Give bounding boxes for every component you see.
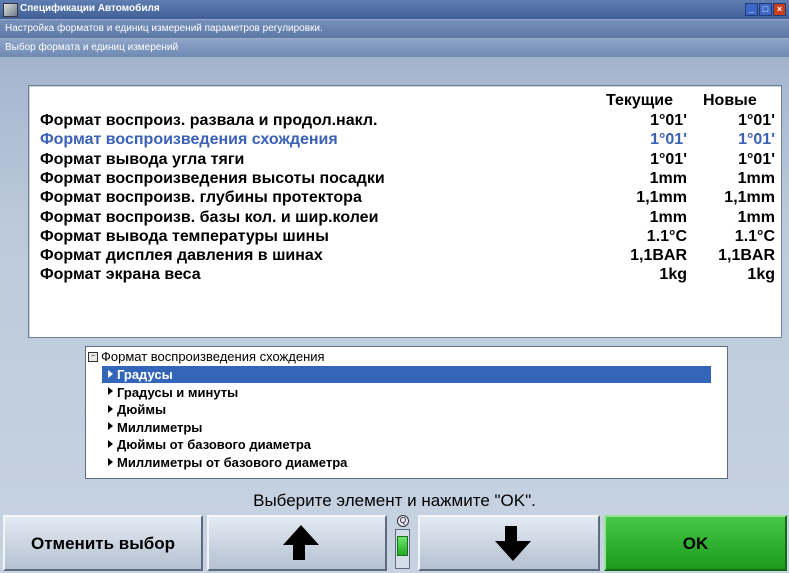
current-value: 1,1mm <box>636 189 687 207</box>
option-item[interactable]: Дюймы <box>102 401 711 418</box>
option-item[interactable]: Миллиметры <box>102 419 711 436</box>
move-up-button[interactable] <box>207 515 387 571</box>
format-label: Формат воспроизв. базы кол. и шир.колеи <box>40 208 379 226</box>
new-value: 1mm <box>737 208 775 226</box>
format-row[interactable]: Формат воспроизведения высоты посадки 1mm… <box>40 170 775 190</box>
format-row[interactable]: Формат воспроизведения схождения 1°01' 1°0… <box>40 131 775 151</box>
format-row[interactable]: Формат воспроизв. базы кол. и шир.колеи 1… <box>40 209 775 229</box>
column-current-header: Текущие <box>606 92 674 109</box>
zoom-icon: Q <box>397 515 409 527</box>
arrow-up-icon <box>283 525 319 545</box>
format-row[interactable]: Формат экрана веса 1kg 1kg <box>40 266 775 286</box>
current-value: 1mm <box>649 169 687 187</box>
format-label: Формат воспроиз. развала и продол.накл. <box>40 112 378 129</box>
new-value: 1,1BAR <box>718 247 775 265</box>
format-row[interactable]: Формат вывода угла тяги 1°01' 1°01' <box>40 151 775 171</box>
expand-arrow-icon <box>108 369 113 378</box>
minimize-button[interactable]: _ <box>745 3 758 16</box>
format-label: Формат воспроизв. глубины протектора <box>40 189 362 207</box>
format-label: Формат экрана веса <box>40 266 201 284</box>
option-label: Градусы <box>117 367 173 383</box>
expand-arrow-icon <box>108 439 113 448</box>
scroll-thumb[interactable] <box>397 536 408 556</box>
new-value: 1kg <box>747 266 775 284</box>
section-bar: Выбор формата и единиц измерений <box>0 39 789 57</box>
options-heading[interactable]: − Формат воспроизведения схождения <box>88 349 325 364</box>
expand-arrow-icon <box>108 404 113 413</box>
option-item[interactable]: Миллиметры от базового диаметра <box>102 454 711 471</box>
new-value: 1°01' <box>738 131 775 149</box>
current-value: 1,1BAR <box>630 247 687 265</box>
ok-button[interactable]: OK <box>604 515 787 571</box>
expand-arrow-icon <box>108 457 113 466</box>
format-row[interactable]: Формат воспроизв. глубины протектора 1,1m… <box>40 189 775 209</box>
move-down-button[interactable] <box>418 515 600 571</box>
cancel-selection-label: Отменить выбор <box>30 534 176 553</box>
subtitle-bar: Настройка форматов и единиц измерений па… <box>0 20 789 38</box>
new-value: 1mm <box>737 169 775 187</box>
current-value: 1mm <box>649 208 687 226</box>
option-label: Миллиметры <box>117 419 203 435</box>
option-item[interactable]: Градусы <box>102 366 711 383</box>
current-value: 1.1°C <box>646 227 687 245</box>
expand-arrow-icon <box>108 422 113 431</box>
format-row[interactable]: Формат вывода температуры шины 1.1°C 1.1°C <box>40 228 775 248</box>
instruction-text: Выберите элемент и нажмите "OK". <box>253 491 536 510</box>
collapse-icon[interactable]: − <box>88 351 98 362</box>
expand-arrow-icon <box>108 387 113 396</box>
format-label: Формат вывода температуры шины <box>40 227 329 245</box>
option-label: Градусы и минуты <box>117 384 239 400</box>
format-label: Формат воспроизведения высоты посадки <box>40 169 385 187</box>
subtitle-text: Настройка форматов и единиц измерений па… <box>5 23 323 34</box>
section-text: Выбор формата и единиц измерений <box>5 42 179 53</box>
arrow-down-icon-stem <box>505 526 517 542</box>
app-icon <box>3 3 18 17</box>
cancel-selection-button[interactable]: Отменить выбор <box>3 515 203 571</box>
application-window: Спецификации Автомобиля _ □ × Настройка … <box>0 0 789 573</box>
options-heading-label: Формат воспроизведения схождения <box>101 349 325 364</box>
arrow-down-icon <box>495 541 531 561</box>
scroll-indicator[interactable]: Q <box>393 515 413 571</box>
maximize-button[interactable]: □ <box>759 3 772 16</box>
new-value: 1°01' <box>738 112 775 129</box>
ok-label: OK <box>682 534 709 553</box>
format-label: Формат воспроизведения схождения <box>40 131 338 149</box>
current-value: 1°01' <box>650 131 687 149</box>
format-row[interactable]: Формат дисплея давления в шинах 1,1BAR 1,1… <box>40 247 775 267</box>
current-value: 1°01' <box>650 112 687 129</box>
option-label: Дюймы <box>117 402 167 418</box>
close-button[interactable]: × <box>773 3 786 16</box>
option-item[interactable]: Дюймы от базового диаметра <box>102 436 711 453</box>
new-value: 1,1mm <box>724 189 775 207</box>
new-value: 1.1°C <box>734 227 775 245</box>
new-value: 1°01' <box>738 150 775 168</box>
column-new-header: Новые <box>703 92 757 109</box>
option-label: Дюймы от базового диаметра <box>117 437 312 453</box>
format-label: Формат дисплея давления в шинах <box>40 247 323 265</box>
current-value: 1kg <box>659 266 687 284</box>
format-label: Формат вывода угла тяги <box>40 150 245 168</box>
format-row[interactable]: Формат воспроиз. развала и продол.накл. 1… <box>40 112 775 132</box>
title-bar: Спецификации Автомобиля _ □ × <box>0 0 789 19</box>
window-title: Спецификации Автомобиля <box>20 3 160 14</box>
option-item[interactable]: Градусы и минуты <box>102 384 711 401</box>
current-value: 1°01' <box>650 150 687 168</box>
arrow-up-icon-stem <box>293 544 305 560</box>
option-label: Миллиметры от базового диаметра <box>117 455 348 471</box>
scroll-track[interactable] <box>395 529 410 569</box>
options-list: − Формат воспроизведения схождения Градус… <box>85 346 728 479</box>
